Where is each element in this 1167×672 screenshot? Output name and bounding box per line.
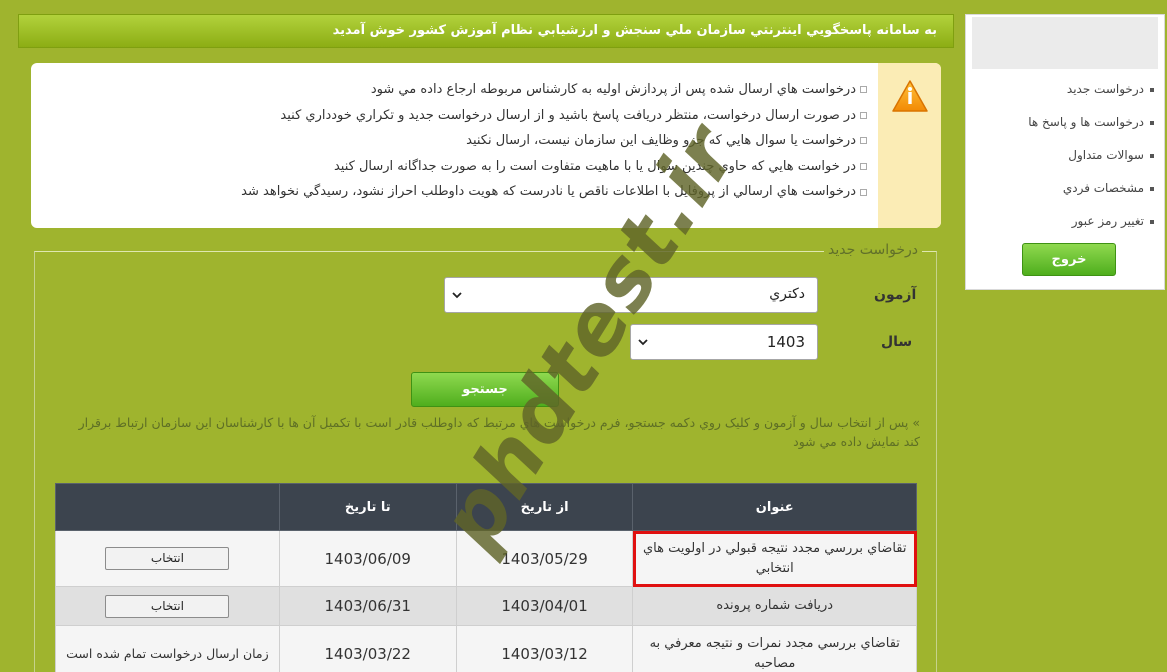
chevron-down-icon bbox=[452, 292, 462, 299]
header-to-date: تا تاريخ bbox=[278, 483, 457, 531]
notice-item: در صورت ارسال درخواست، منتظر دريافت پاسخ… bbox=[47, 103, 867, 129]
sidebar-menu: درخواست جديد درخواست ها و پاسخ ها سوالات… bbox=[968, 73, 1154, 238]
table-header-row: عنوان از تاريخ تا تاريخ bbox=[55, 483, 917, 531]
row-to-date: 1403/06/09 bbox=[278, 530, 457, 587]
select-button[interactable]: انتخاب bbox=[105, 547, 230, 570]
sidebar-item-profile[interactable]: مشخصات فردي bbox=[968, 172, 1154, 205]
exam-select[interactable]: دکتري bbox=[444, 277, 818, 313]
table-row: تقاضاي بررسي مجدد نتيجه قبولي در اولويت … bbox=[55, 530, 917, 587]
warning-icon bbox=[892, 80, 928, 112]
sidebar: درخواست جديد درخواست ها و پاسخ ها سوالات… bbox=[965, 14, 1165, 290]
chevron-down-icon bbox=[638, 339, 648, 346]
bullet-icon bbox=[1150, 153, 1154, 158]
year-label: سال bbox=[881, 334, 913, 350]
notice-item: درخواست هاي ارسالي از پروفايل با اطلاعات… bbox=[47, 179, 867, 205]
header-title: عنوان bbox=[632, 483, 917, 531]
row-from-date: 1403/05/29 bbox=[455, 530, 634, 587]
notice-box: درخواست هاي ارسال شده پس از پردازش اوليه… bbox=[31, 63, 941, 228]
sidebar-item-new-request[interactable]: درخواست جديد bbox=[968, 73, 1154, 106]
notice-list: درخواست هاي ارسال شده پس از پردازش اوليه… bbox=[47, 77, 867, 205]
row-title: تقاضاي بررسي مجدد نمرات و نتيجه معرفي به… bbox=[632, 625, 917, 672]
year-select[interactable]: 1403 bbox=[630, 324, 818, 360]
select-button[interactable]: انتخاب bbox=[105, 594, 230, 618]
header-from-date: از تاريخ bbox=[455, 483, 634, 531]
table-row: تقاضاي بررسي مجدد نمرات و نتيجه معرفي به… bbox=[55, 625, 917, 672]
bullet-icon bbox=[1150, 87, 1154, 92]
exam-select-value: دکتري bbox=[769, 286, 805, 302]
row-to-date: 1403/03/22 bbox=[278, 625, 457, 672]
request-forms-table: عنوان از تاريخ تا تاريخ تقاضاي بررسي مجد… bbox=[55, 483, 917, 672]
exam-label: آزمون bbox=[874, 287, 917, 303]
sidebar-item-faq[interactable]: سوالات متداول bbox=[968, 139, 1154, 172]
row-title: دريافت شماره پرونده bbox=[632, 586, 917, 626]
header-action bbox=[55, 483, 280, 531]
search-hint: » پس از انتخاب سال و آزمون و کليک روي دک… bbox=[78, 415, 920, 449]
logout-button[interactable]: خروج bbox=[1022, 243, 1116, 276]
row-title: تقاضاي بررسي مجدد نتيجه قبولي در اولويت … bbox=[632, 530, 917, 587]
row-action: انتخاب bbox=[55, 530, 280, 587]
bullet-icon bbox=[860, 137, 867, 145]
row-from-date: 1403/04/01 bbox=[455, 586, 634, 626]
sidebar-item-change-password[interactable]: تغيير رمز عبور bbox=[968, 205, 1154, 238]
notice-icon-panel bbox=[878, 63, 941, 228]
bullet-icon bbox=[860, 163, 867, 171]
table-row: دريافت شماره پرونده 1403/04/01 1403/06/3… bbox=[55, 586, 917, 626]
fieldset-legend: درخواست جديد bbox=[824, 242, 922, 258]
bullet-icon bbox=[1150, 186, 1154, 191]
notice-item: در خواست هايي که حاوي چندين سوال يا با م… bbox=[47, 154, 867, 180]
bullet-icon bbox=[860, 188, 867, 196]
row-action: انتخاب bbox=[55, 586, 280, 626]
year-select-value: 1403 bbox=[766, 333, 805, 351]
row-status-text: زمان ارسال درخواست تمام شده است bbox=[55, 625, 280, 672]
row-from-date: 1403/03/12 bbox=[455, 625, 634, 672]
sidebar-header bbox=[972, 17, 1158, 69]
row-to-date: 1403/06/31 bbox=[278, 586, 457, 626]
welcome-title: به سامانه پاسخگويي اينترنتي سازمان ملي س… bbox=[18, 14, 954, 48]
notice-item: درخواست هاي ارسال شده پس از پردازش اوليه… bbox=[47, 77, 867, 103]
sidebar-item-requests-answers[interactable]: درخواست ها و پاسخ ها bbox=[968, 106, 1154, 139]
bullet-icon bbox=[860, 111, 867, 119]
bullet-icon bbox=[1150, 120, 1154, 125]
bullet-icon bbox=[860, 86, 867, 94]
bullet-icon bbox=[1150, 219, 1154, 224]
notice-item: درخواست يا سوال هايي که جزو وظايف اين سا… bbox=[47, 128, 867, 154]
search-button[interactable]: جستجو bbox=[411, 372, 559, 407]
